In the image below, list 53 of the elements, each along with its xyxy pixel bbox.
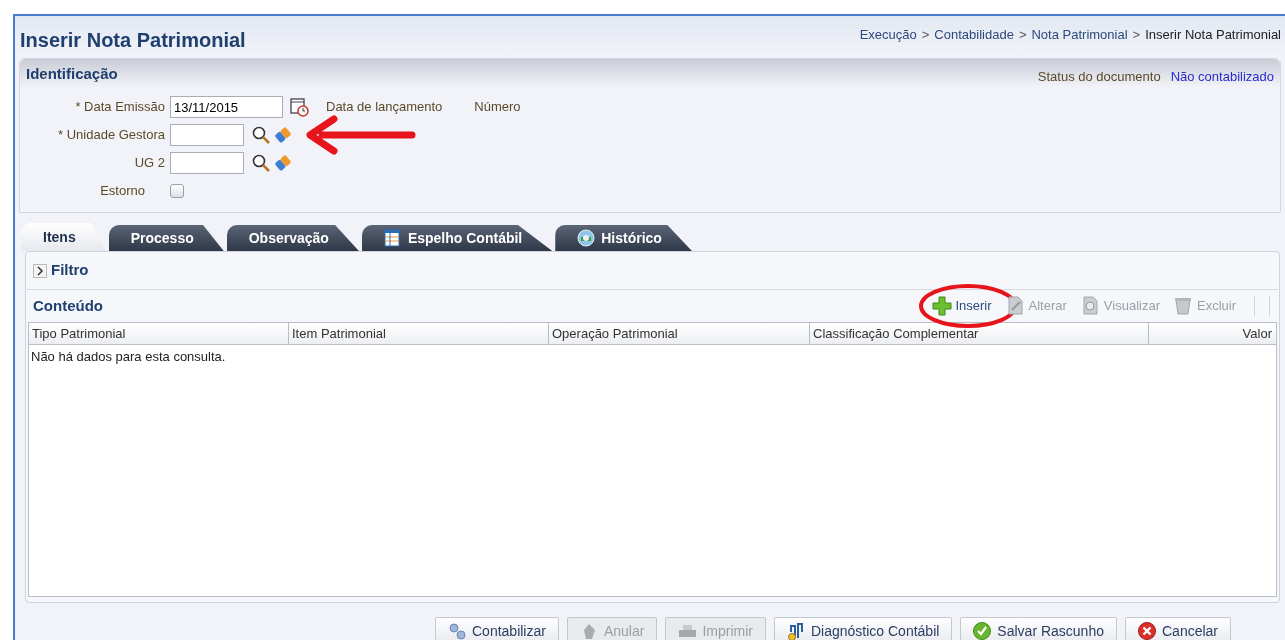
column-header[interactable]: Tipo Patrimonial [29,323,289,344]
text-field[interactable] [170,152,244,174]
plus-icon [932,296,953,316]
column-header[interactable]: Classificação Complementar [810,323,1149,344]
tab[interactable]: Processo [108,225,224,251]
breadcrumb-separator: > [1018,26,1027,44]
section-heading: Identificação [26,64,118,84]
breadcrumb-current: Inserir Nota Patrimonial [1145,26,1281,44]
field-label: Estorno [99,182,146,201]
document-icon [1080,296,1101,316]
search-icon[interactable] [252,126,270,144]
document-icon [1005,296,1026,316]
field-label: Data de lançamento [326,98,443,117]
breadcrumb-link[interactable]: Contabilidade [934,25,1014,45]
footer-button[interactable]: Salvar Rascunho [960,617,1117,640]
status-label: Status do documento [1037,68,1161,86]
globe-icon [577,229,596,247]
column-header[interactable]: Item Patrimonial [289,323,549,344]
breadcrumb-separator: > [921,26,930,44]
window-title: Inserir Nota Patrimonial [20,28,246,53]
diagnostic-icon [786,621,806,640]
tab[interactable]: Espelho Contábil [361,225,553,251]
search-icon[interactable] [252,154,270,172]
chevron-right-icon [33,263,47,278]
footer-button[interactable]: Diagnóstico Contábil [773,617,953,640]
calendar-icon [288,96,310,118]
empty-message: Não há dados para esta consulta. [30,348,227,366]
field-label: UG 2 [133,154,166,173]
column-header[interactable]: Operação Patrimonial [549,323,810,344]
trash-icon [1174,296,1194,316]
date-field[interactable]: 13/11/2015 [170,96,283,118]
tab[interactable]: Itens [21,223,106,251]
section-heading: Conteúdo [33,295,103,316]
breadcrumb-separator: > [1132,26,1141,44]
column-header[interactable]: Valor [1149,323,1275,344]
table-icon [383,229,402,247]
status-value: Não contabilizado [1170,68,1274,86]
field-label: Número [474,98,521,117]
breadcrumb-link[interactable]: Nota Patrimonial [1031,25,1128,45]
footer-button[interactable]: Contabilizar [435,617,559,640]
eraser-icon[interactable] [274,126,292,144]
tab[interactable]: Observação [226,225,359,251]
field-label: * Data Emissão [74,98,166,117]
checkbox[interactable] [170,184,184,198]
footer-button[interactable]: Cancelar [1125,617,1231,640]
eraser-icon[interactable] [274,154,292,172]
filter-toggle[interactable]: Filtro [33,259,89,282]
breadcrumb-link[interactable]: Execução [859,25,917,45]
checkmark-icon [973,621,993,640]
cancel-icon [1138,621,1157,640]
tab[interactable]: Histórico [555,225,692,251]
text-field[interactable] [170,124,244,146]
field-label: * Unidade Gestora [57,126,166,145]
